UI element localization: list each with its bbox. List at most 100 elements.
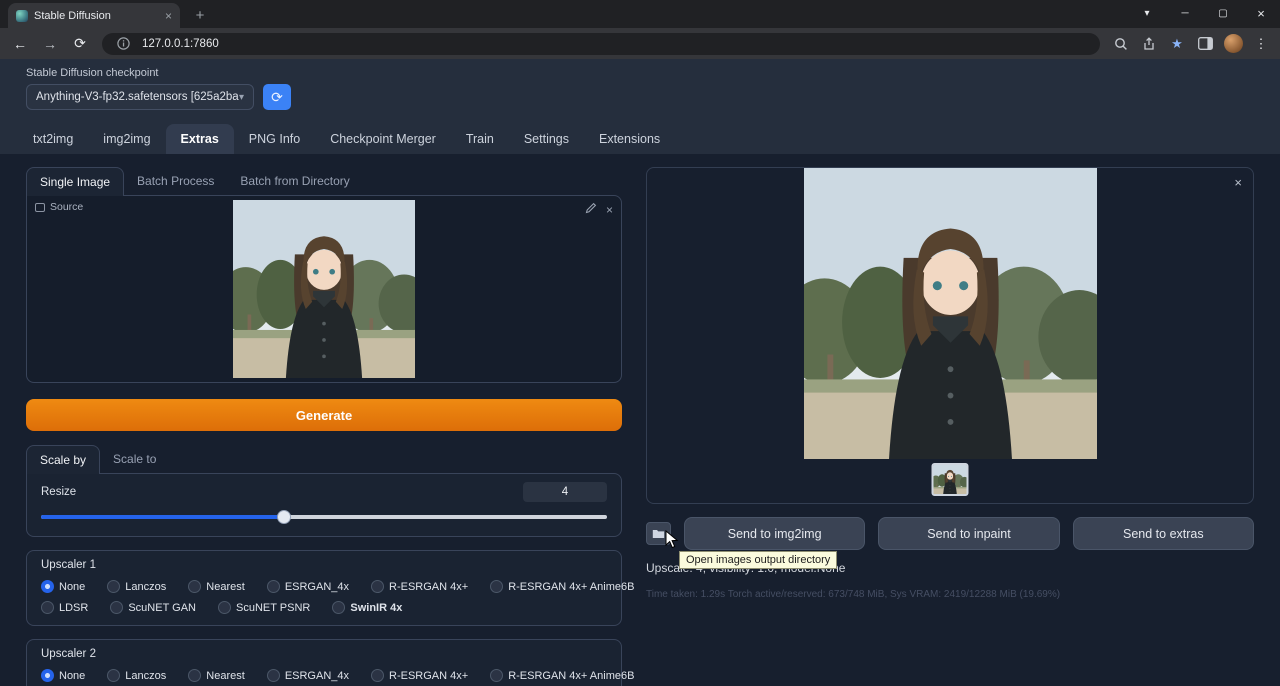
upscaler1-option-scunet-psnr[interactable]: ScuNET PSNR: [218, 601, 310, 614]
radio-icon: [218, 601, 231, 614]
tab-txt2img[interactable]: txt2img: [18, 124, 88, 154]
upscaler2-option-none[interactable]: None: [41, 669, 85, 682]
tab-batch-process[interactable]: Batch Process: [124, 167, 227, 195]
upscaler1-block: Upscaler 1 None Lanczos Nearest ESRGAN_4…: [26, 550, 622, 626]
radio-icon: [371, 580, 384, 593]
radio-icon: [267, 580, 280, 593]
folder-tooltip: Open images output directory: [679, 551, 837, 569]
slider-track[interactable]: [41, 515, 607, 519]
address-bar[interactable]: 127.0.0.1:7860: [102, 33, 1100, 55]
site-info-icon[interactable]: [112, 33, 134, 55]
new-tab-button[interactable]: +: [190, 7, 210, 24]
radio-icon: [107, 669, 120, 682]
radio-icon: [188, 580, 201, 593]
resize-block: Resize 4: [26, 473, 622, 537]
side-panel-icon[interactable]: [1194, 33, 1216, 55]
tab-scale-by[interactable]: Scale by: [26, 445, 100, 474]
window-controls: ▾ ─ ▢ ×: [1128, 0, 1280, 28]
radio-icon: [490, 669, 503, 682]
tab-img2img[interactable]: img2img: [88, 124, 165, 154]
upscaler1-option-none[interactable]: None: [41, 580, 85, 593]
back-button[interactable]: ←: [8, 36, 32, 52]
stable-diffusion-webui: Stable Diffusion checkpoint Anything-V3-…: [0, 59, 1280, 686]
upscaler1-label: Upscaler 1: [41, 559, 607, 571]
folder-icon: [652, 528, 665, 539]
tab-batch-from-directory[interactable]: Batch from Directory: [227, 167, 362, 195]
upscaler2-option-lanczos[interactable]: Lanczos: [107, 669, 166, 682]
clear-image-icon[interactable]: ×: [606, 203, 613, 217]
refresh-checkpoint-button[interactable]: ⟳: [263, 84, 291, 110]
gallery-close-icon[interactable]: ×: [1234, 175, 1242, 190]
upscaler2-label: Upscaler 2: [41, 648, 607, 660]
upscaler2-option-nearest[interactable]: Nearest: [188, 669, 245, 682]
upscaler1-option-nearest[interactable]: Nearest: [188, 580, 245, 593]
slider-handle[interactable]: [277, 510, 291, 524]
resize-value-input[interactable]: 4: [523, 482, 607, 502]
browser-tab[interactable]: Stable Diffusion ×: [8, 3, 180, 28]
tab-extras[interactable]: Extras: [166, 124, 234, 154]
upscaler2-option-resrgan4x[interactable]: R-ESRGAN 4x+: [371, 669, 468, 682]
tab-train[interactable]: Train: [451, 124, 509, 154]
maximize-button[interactable]: ▢: [1204, 0, 1242, 28]
upscaler1-option-resrgan4x[interactable]: R-ESRGAN 4x+: [371, 580, 468, 593]
mouse-cursor: [665, 530, 679, 554]
radio-icon: [332, 601, 345, 614]
bookmark-star-icon[interactable]: ★: [1166, 33, 1188, 55]
tab-scale-to[interactable]: Scale to: [100, 445, 169, 473]
upscaler1-option-ldsr[interactable]: LDSR: [41, 601, 88, 614]
resize-label: Resize: [41, 486, 76, 498]
main-tab-bar: txt2img img2img Extras PNG Info Checkpoi…: [0, 124, 1280, 154]
source-chip: Source: [35, 201, 83, 213]
upscaler1-option-scunet-gan[interactable]: ScuNET GAN: [110, 601, 196, 614]
forward-button[interactable]: →: [38, 36, 62, 52]
upscaler1-option-swinir4x[interactable]: SwinIR 4x: [332, 601, 402, 614]
profile-avatar[interactable]: [1222, 33, 1244, 55]
extras-input-column: Single Image Batch Process Batch from Di…: [26, 167, 622, 673]
slider-fill: [41, 515, 284, 519]
radio-icon: [490, 580, 503, 593]
source-image: [233, 200, 415, 378]
tab-extensions[interactable]: Extensions: [584, 124, 675, 154]
checkpoint-dropdown[interactable]: Anything-V3-fp32.safetensors [625a2ba2] …: [26, 84, 254, 110]
url-text: 127.0.0.1:7860: [142, 38, 219, 50]
upscaler2-option-esrgan4x[interactable]: ESRGAN_4x: [267, 669, 349, 682]
radio-icon: [371, 669, 384, 682]
send-to-inpaint-button[interactable]: Send to inpaint: [878, 517, 1059, 550]
radio-icon: [110, 601, 123, 614]
reload-button[interactable]: ⟳: [68, 35, 92, 52]
radio-selected-icon: [41, 669, 54, 682]
tab-close-icon[interactable]: ×: [165, 9, 172, 23]
browser-tab-strip: Stable Diffusion × + ▾ ─ ▢ ×: [0, 0, 1280, 28]
tab-search-chevron-icon[interactable]: ▾: [1128, 0, 1166, 28]
generate-button[interactable]: Generate: [26, 399, 622, 431]
thumbnail-image: [934, 465, 967, 494]
window-close-button[interactable]: ×: [1242, 0, 1280, 28]
radio-icon: [41, 601, 54, 614]
result-thumbnail[interactable]: [932, 463, 969, 496]
resize-slider[interactable]: [41, 510, 607, 524]
zoom-icon[interactable]: [1110, 33, 1132, 55]
chevron-down-icon: ▾: [239, 92, 244, 103]
source-image-dropzone[interactable]: Source ×: [26, 195, 622, 383]
result-image[interactable]: [804, 168, 1097, 459]
checkpoint-value: Anything-V3-fp32.safetensors [625a2ba2]: [36, 91, 239, 103]
minimize-button[interactable]: ─: [1166, 0, 1204, 28]
upscaler1-option-resrgan-anime6b[interactable]: R-ESRGAN 4x+ Anime6B: [490, 580, 634, 593]
share-icon[interactable]: [1138, 33, 1160, 55]
send-to-img2img-button[interactable]: Send to img2img: [684, 517, 865, 550]
scale-mode-tabs: Scale by Scale to: [26, 445, 622, 473]
input-mode-tabs: Single Image Batch Process Batch from Di…: [26, 167, 622, 195]
upscaler1-option-lanczos[interactable]: Lanczos: [107, 580, 166, 593]
send-to-extras-button[interactable]: Send to extras: [1073, 517, 1254, 550]
edit-image-icon[interactable]: [585, 201, 597, 219]
browser-menu-icon[interactable]: ⋮: [1250, 33, 1272, 55]
tab-checkpoint-merger[interactable]: Checkpoint Merger: [315, 124, 451, 154]
upscaler2-option-resrgan-anime6b[interactable]: R-ESRGAN 4x+ Anime6B: [490, 669, 634, 682]
tab-png-info[interactable]: PNG Info: [234, 124, 315, 154]
refresh-icon: ⟳: [271, 89, 283, 106]
tab-single-image[interactable]: Single Image: [26, 167, 124, 196]
browser-toolbar: ← → ⟳ 127.0.0.1:7860 ★ ⋮: [0, 28, 1280, 59]
upscaler1-option-esrgan4x[interactable]: ESRGAN_4x: [267, 580, 349, 593]
radio-selected-icon: [41, 580, 54, 593]
tab-settings[interactable]: Settings: [509, 124, 584, 154]
